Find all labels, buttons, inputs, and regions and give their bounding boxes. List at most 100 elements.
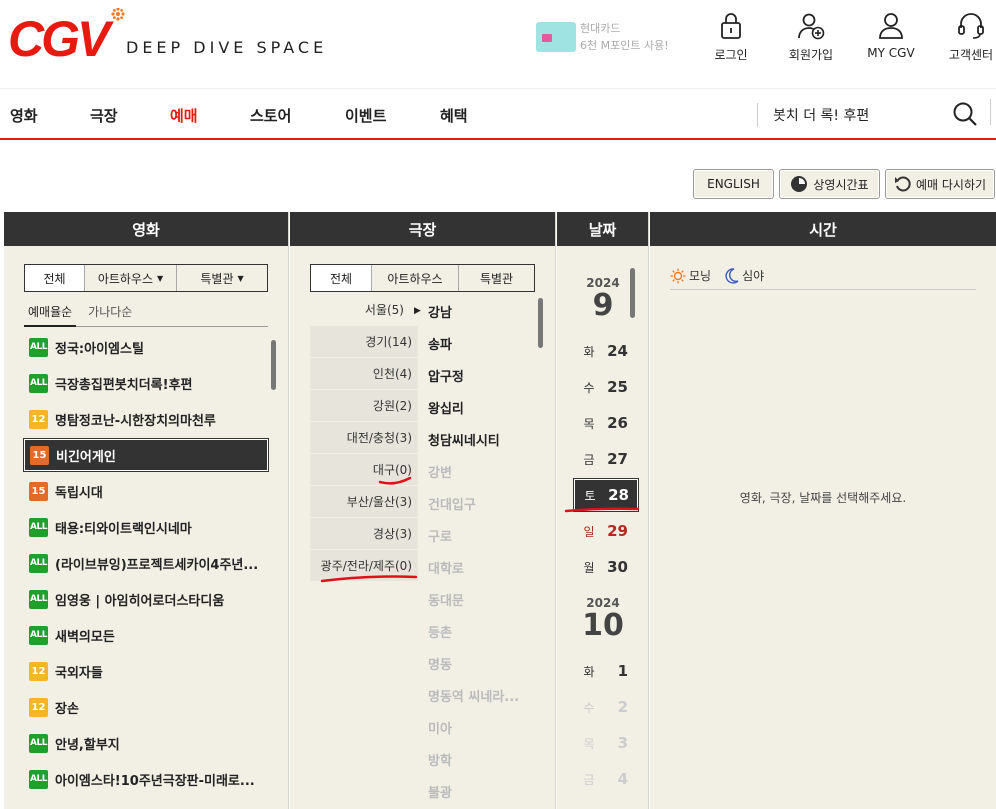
- region-item[interactable]: 대전/충청(3): [310, 422, 418, 454]
- nav-movies[interactable]: 영화: [10, 105, 38, 126]
- empty-message: 영화, 극장, 날짜를 선택해주세요.: [739, 491, 907, 505]
- moon-icon: [725, 267, 739, 284]
- tab-all[interactable]: 전체: [311, 265, 372, 291]
- movie-item[interactable]: ALL 아이엠스타!10주년극장판-미래로...: [24, 763, 268, 795]
- movie-item[interactable]: 12 국외자들: [24, 655, 268, 687]
- theater-item[interactable]: 강남: [428, 302, 452, 321]
- nav-store[interactable]: 스토어: [250, 105, 291, 126]
- main-nav: 영화 극장 예매 스토어 이벤트 혜택 봇치 더 록! 후편: [0, 88, 996, 140]
- time-panel-title: 시간: [650, 212, 996, 246]
- theater-item[interactable]: 왕십리: [428, 398, 464, 417]
- caret-down-icon: ▼: [237, 273, 244, 283]
- movie-title: 정국:아이엠스틸: [55, 341, 144, 357]
- tab-arthouse[interactable]: 아트하우스 ▼: [85, 265, 177, 291]
- movie-item[interactable]: ALL 정국:아이엠스틸: [24, 331, 268, 363]
- date-item[interactable]: 일 29: [574, 515, 638, 547]
- date-weekday: 일: [583, 524, 595, 539]
- movie-item[interactable]: ALL (라이브뷰잉)프로젝트세카이4주년...: [24, 547, 268, 579]
- theater-item: 동대문: [428, 594, 464, 609]
- promo-line-1: 현대카드: [580, 22, 621, 35]
- search-button[interactable]: [952, 101, 978, 131]
- movie-title: 비긴어게인: [56, 449, 116, 465]
- date-item[interactable]: 화 24: [574, 335, 638, 367]
- movie-item[interactable]: 12 명탐정코난-시한장치의마천루: [24, 403, 268, 435]
- headset-icon: [958, 13, 984, 39]
- nav-benefits[interactable]: 혜택: [440, 105, 468, 126]
- filter-late-night-label: 심야: [742, 269, 765, 283]
- filter-morning[interactable]: 모닝: [670, 267, 711, 284]
- schedule-button[interactable]: 상영시간표: [779, 169, 880, 199]
- rating-badge: ALL: [29, 625, 48, 645]
- sort-by-rate[interactable]: 예매율순: [24, 303, 77, 327]
- tab-all[interactable]: 전체: [25, 265, 85, 291]
- date-weekday: 화: [583, 344, 595, 359]
- region-item[interactable]: 부산/울산(3): [310, 486, 418, 518]
- date-day: 24: [607, 342, 628, 360]
- rating-badge: 12: [29, 661, 48, 681]
- date-item[interactable]: 월 30: [574, 551, 638, 583]
- theater-item: 불광: [428, 786, 452, 801]
- restart-booking-button[interactable]: 예매 다시하기: [885, 169, 995, 199]
- movie-item[interactable]: ALL 안녕,할부지: [24, 727, 268, 759]
- my-cgv-label: MY CGV: [867, 46, 915, 60]
- movie-item[interactable]: ALL 새벽의모든: [24, 619, 268, 651]
- movie-list-scrollbar[interactable]: [271, 340, 276, 390]
- movie-title: 명탐정코난-시한장치의마천루: [55, 413, 216, 429]
- date-item[interactable]: 목 26: [574, 407, 638, 439]
- date-item[interactable]: 금 27: [574, 443, 638, 475]
- date-item[interactable]: 화1: [574, 655, 638, 687]
- movie-title: 새벽의모든: [55, 629, 115, 645]
- theater-item: 건대입구: [428, 498, 476, 513]
- movie-title: 장손: [55, 701, 79, 717]
- movie-item[interactable]: ALL 극장총집편봇치더록!후편: [24, 367, 268, 399]
- date-item[interactable]: 토 28: [573, 478, 639, 512]
- time-panel: 시간: [650, 212, 996, 809]
- movie-item[interactable]: 12 장손: [24, 691, 268, 723]
- signup-button[interactable]: 회원가입: [776, 12, 846, 63]
- date-weekday: 금: [583, 452, 595, 467]
- region-item[interactable]: 서울(5): [310, 294, 418, 326]
- date-weekday: 금: [583, 772, 595, 787]
- region-item[interactable]: 대구(0): [310, 454, 418, 486]
- movie-item[interactable]: ALL 임영웅 | 아임히어로더스타디움: [24, 583, 268, 615]
- nav-events[interactable]: 이벤트: [345, 105, 386, 126]
- nav-theaters[interactable]: 극장: [90, 105, 118, 126]
- region-item[interactable]: 인천(4): [310, 358, 418, 390]
- my-cgv-button[interactable]: MY CGV: [856, 12, 926, 60]
- date-month: 9: [592, 288, 614, 323]
- region-item[interactable]: 경상(3): [310, 518, 418, 550]
- theater-item[interactable]: 송파: [428, 334, 452, 353]
- promo-banner[interactable]: 현대카드 6천 M포인트 사용!: [536, 20, 669, 54]
- theater-item[interactable]: 청담씨네시티: [428, 430, 500, 449]
- movie-item[interactable]: ALL 태용:티와이트랙인시네마: [24, 511, 268, 543]
- svg-text:CGV: CGV: [8, 11, 114, 60]
- english-button[interactable]: ENGLISH: [693, 169, 774, 199]
- tab-special[interactable]: 특별관: [459, 265, 534, 291]
- region-item[interactable]: 광주/전라/제주(0): [310, 550, 418, 582]
- region-item[interactable]: 강원(2): [310, 390, 418, 422]
- movie-title: 임영웅 | 아임히어로더스타디움: [55, 593, 225, 609]
- search-input[interactable]: 봇치 더 록! 후편: [773, 105, 869, 125]
- movie-item[interactable]: 15 독립시대: [24, 475, 268, 507]
- date-item[interactable]: 수 25: [574, 371, 638, 403]
- theater-list-scrollbar[interactable]: [538, 298, 543, 348]
- date-list-scrollbar[interactable]: [630, 268, 635, 318]
- filter-late-night[interactable]: 심야: [725, 267, 764, 284]
- login-button[interactable]: 로그인: [696, 12, 766, 63]
- movie-item[interactable]: 15 비긴어게인: [23, 438, 269, 472]
- tab-special[interactable]: 특별관 ▼: [177, 265, 267, 291]
- date-weekday: 화: [583, 664, 595, 679]
- rating-badge: ALL: [29, 589, 48, 609]
- nav-booking[interactable]: 예매: [170, 105, 198, 126]
- card-icon: [536, 22, 576, 52]
- customer-center-button[interactable]: 고객센터: [936, 12, 996, 63]
- tab-arthouse[interactable]: 아트하우스: [372, 265, 459, 291]
- lock-icon: [721, 13, 741, 39]
- region-item[interactable]: 경기(14): [310, 326, 418, 358]
- movie-title: 독립시대: [55, 485, 103, 501]
- theater-tabs: 전체 아트하우스 특별관: [310, 264, 535, 292]
- cgv-logo[interactable]: CGV: [8, 7, 130, 67]
- theater-item[interactable]: 압구정: [428, 366, 464, 385]
- sort-by-name[interactable]: 가나다순: [84, 303, 136, 326]
- date-day: 4: [617, 770, 628, 788]
